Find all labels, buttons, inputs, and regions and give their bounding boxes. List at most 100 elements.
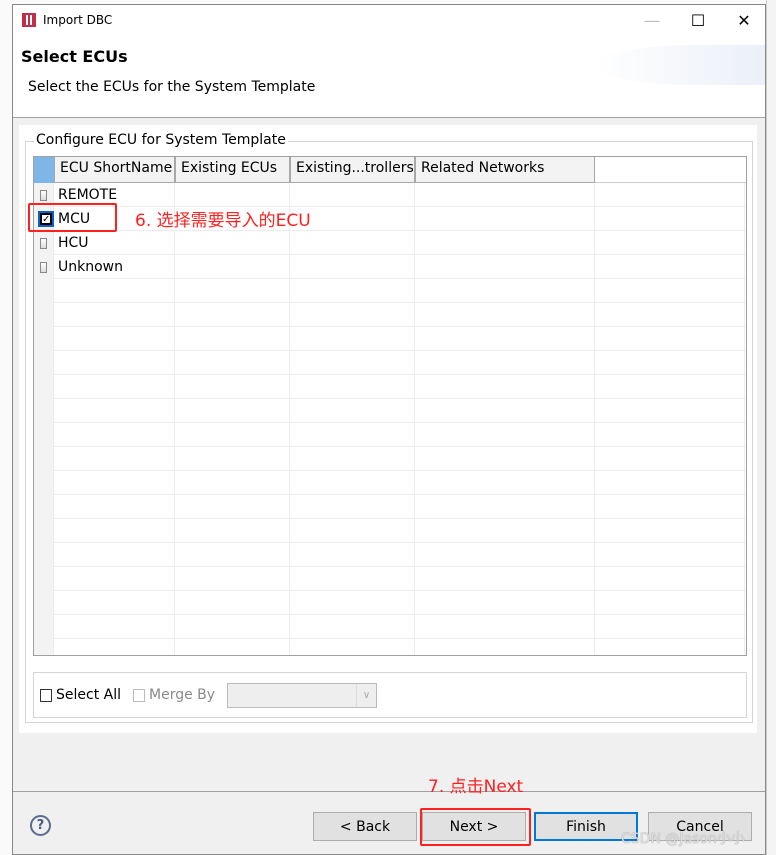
table-cell xyxy=(595,303,745,327)
table-cell xyxy=(54,351,175,375)
table-cell xyxy=(175,231,290,255)
column-existing-controllers[interactable]: Existing...trollers xyxy=(290,157,415,183)
row-selector-cell xyxy=(34,423,54,447)
table-cell xyxy=(175,471,290,495)
column-existing-ecus[interactable]: Existing ECUs xyxy=(175,157,290,183)
ecu-table: ECU ShortName Existing ECUs Existing...t… xyxy=(33,156,747,656)
table-cell xyxy=(290,567,415,591)
table-cell xyxy=(415,183,595,207)
table-cell xyxy=(595,495,745,519)
table-cell xyxy=(290,255,415,279)
table-cell xyxy=(54,447,175,471)
table-cell xyxy=(54,399,175,423)
row-selector-cell xyxy=(34,231,54,255)
table-cell xyxy=(175,519,290,543)
table-row xyxy=(34,447,746,471)
table-cell xyxy=(175,375,290,399)
table-cell xyxy=(54,567,175,591)
table-cell xyxy=(415,567,595,591)
window-title: Import DBC xyxy=(43,13,113,27)
page-title: Select ECUs xyxy=(21,47,128,66)
table-row[interactable]: Unknown xyxy=(34,255,746,279)
ecu-checkbox[interactable] xyxy=(40,189,47,201)
table-cell xyxy=(415,351,595,375)
table-cell xyxy=(54,471,175,495)
maximize-icon[interactable]: ☐ xyxy=(675,5,721,35)
table-cell xyxy=(595,255,745,279)
table-cell xyxy=(415,591,595,615)
table-cell xyxy=(290,639,415,655)
table-cell xyxy=(595,591,745,615)
options-bar: Select All Merge By ∨ xyxy=(33,672,747,718)
table-cell xyxy=(595,423,745,447)
watermark: CSDN @Jason小小 xyxy=(621,831,745,847)
table-cell xyxy=(290,303,415,327)
checkbox-icon xyxy=(40,688,52,702)
table-cell xyxy=(290,183,415,207)
table-cell xyxy=(415,375,595,399)
ecu-name: REMOTE xyxy=(58,187,118,203)
table-cell xyxy=(415,447,595,471)
table-cell xyxy=(595,375,745,399)
row-selector-cell xyxy=(34,351,54,375)
row-selector-cell xyxy=(34,375,54,399)
row-selector-cell xyxy=(34,255,54,279)
help-icon[interactable]: ? xyxy=(30,815,51,836)
column-ecu-shortname[interactable]: ECU ShortName xyxy=(54,157,175,183)
table-cell xyxy=(595,519,745,543)
merge-by-dropdown[interactable]: ∨ xyxy=(227,682,378,708)
close-icon[interactable]: ✕ xyxy=(721,5,767,35)
annotation-step7: 7. 点击Next xyxy=(428,777,524,797)
table-cell xyxy=(175,639,290,655)
table-row xyxy=(34,495,746,519)
table-cell xyxy=(415,519,595,543)
table-cell xyxy=(290,495,415,519)
table-cell xyxy=(175,447,290,471)
import-dbc-dialog: Import DBC — ☐ ✕ Select ECUs Select the … xyxy=(12,4,766,855)
minimize-icon[interactable]: — xyxy=(629,5,675,35)
select-all-label: Select All xyxy=(56,687,121,703)
chevron-down-icon: ∨ xyxy=(356,683,376,707)
table-cell xyxy=(54,591,175,615)
page-description: Select the ECUs for the System Template xyxy=(28,79,316,95)
table-row[interactable]: HCU xyxy=(34,231,746,255)
table-cell xyxy=(54,375,175,399)
table-cell: Unknown xyxy=(54,255,175,279)
ecu-checkbox[interactable] xyxy=(40,237,47,249)
ecu-checkbox[interactable] xyxy=(40,261,47,273)
table-cell xyxy=(54,279,175,303)
table-cell xyxy=(415,543,595,567)
table-row xyxy=(34,399,746,423)
table-cell xyxy=(415,255,595,279)
table-cell xyxy=(175,279,290,303)
table-cell xyxy=(54,543,175,567)
row-selector-cell xyxy=(34,279,54,303)
title-bar: Import DBC — ☐ ✕ xyxy=(13,5,765,35)
background-app-edge xyxy=(766,0,776,855)
table-cell: HCU xyxy=(54,231,175,255)
table-row[interactable]: REMOTE xyxy=(34,183,746,207)
table-row xyxy=(34,615,746,639)
table-cell xyxy=(175,615,290,639)
merge-by-checkbox[interactable]: Merge By xyxy=(133,687,215,703)
table-row xyxy=(34,519,746,543)
table-cell xyxy=(54,303,175,327)
table-cell xyxy=(290,279,415,303)
table-cell xyxy=(415,471,595,495)
table-cell xyxy=(175,399,290,423)
back-button[interactable]: < Back xyxy=(313,812,417,841)
table-cell xyxy=(595,183,745,207)
select-all-checkbox[interactable]: Select All xyxy=(40,687,121,703)
table-cell xyxy=(415,399,595,423)
table-cell xyxy=(175,567,290,591)
table-cell xyxy=(415,639,595,655)
column-related-networks[interactable]: Related Networks xyxy=(415,157,595,183)
table-cell xyxy=(290,423,415,447)
table-cell xyxy=(290,351,415,375)
table-cell xyxy=(175,351,290,375)
merge-by-label: Merge By xyxy=(149,687,216,703)
table-cell xyxy=(54,615,175,639)
annotation-highlight-next xyxy=(420,808,531,846)
table-cell xyxy=(595,399,745,423)
table-cell xyxy=(415,615,595,639)
